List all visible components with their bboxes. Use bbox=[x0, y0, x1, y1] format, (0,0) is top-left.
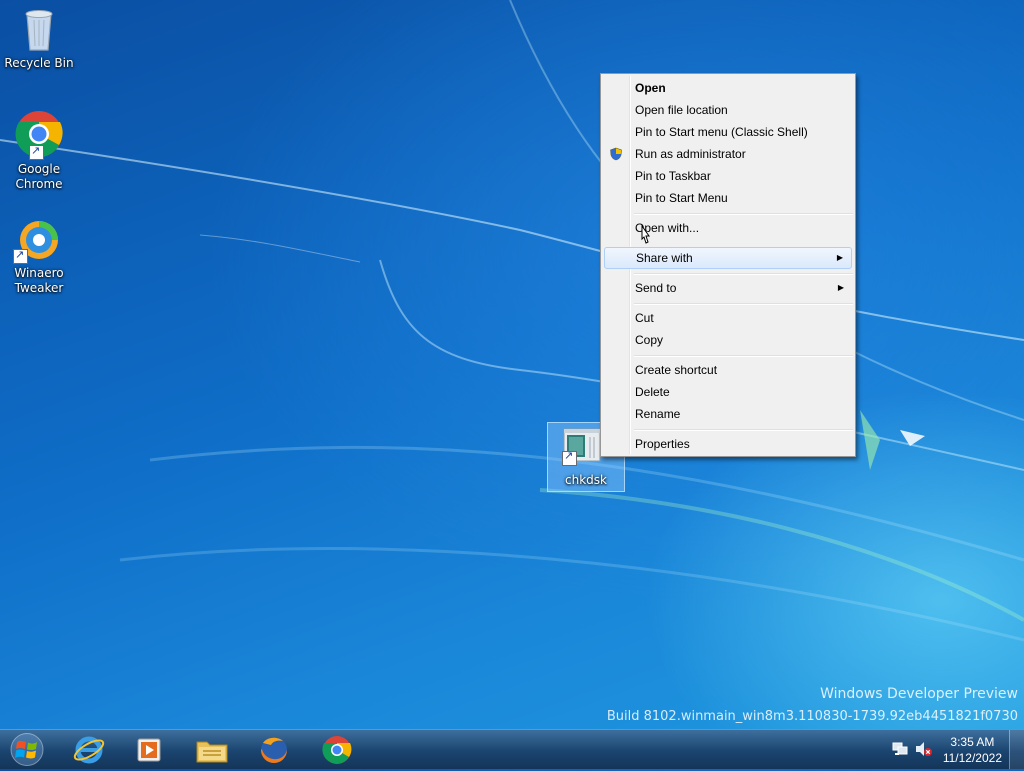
start-button[interactable] bbox=[2, 731, 52, 768]
menu-item-open-file-location[interactable]: Open file location bbox=[604, 99, 852, 121]
build-watermark-line2: Build 8102.winmain_win8m3.110830-1739.92… bbox=[606, 709, 1018, 724]
menu-separator bbox=[634, 355, 853, 357]
menu-separator bbox=[634, 303, 853, 305]
menu-separator bbox=[634, 273, 853, 275]
file-explorer-icon bbox=[196, 741, 228, 763]
menu-item-pin-to-start-classic-shell[interactable]: Pin to Start menu (Classic Shell) bbox=[604, 121, 852, 143]
internet-explorer-icon bbox=[73, 736, 105, 764]
desktop-icon-label: Recycle Bin bbox=[4, 56, 74, 70]
desktop-icon-label-line2: Chrome bbox=[15, 177, 63, 191]
desktop-icon-label: chkdsk bbox=[565, 473, 607, 487]
chrome-icon bbox=[322, 736, 352, 764]
taskbar-media-player[interactable] bbox=[126, 733, 172, 767]
shortcut-arrow-icon bbox=[562, 449, 577, 466]
firefox-icon bbox=[261, 737, 287, 763]
menu-item-rename[interactable]: Rename bbox=[604, 403, 852, 425]
menu-item-pin-to-start-menu[interactable]: Pin to Start Menu bbox=[604, 187, 852, 209]
menu-separator bbox=[634, 429, 853, 431]
menu-item-open[interactable]: Open bbox=[604, 77, 852, 99]
menu-item-properties[interactable]: Properties bbox=[604, 433, 852, 455]
uac-shield-icon bbox=[610, 147, 622, 161]
menu-item-delete[interactable]: Delete bbox=[604, 381, 852, 403]
menu-item-pin-to-taskbar[interactable]: Pin to Taskbar bbox=[604, 165, 852, 187]
taskbar: 3:35 AM 11/12/2022 bbox=[0, 729, 1024, 769]
menu-item-create-shortcut[interactable]: Create shortcut bbox=[604, 359, 852, 381]
media-player-icon bbox=[137, 738, 161, 762]
desktop-icon-label-line2: Tweaker bbox=[14, 281, 64, 295]
menu-item-send-to[interactable]: Send to ▶ bbox=[604, 277, 852, 299]
menu-item-share-with[interactable]: Share with ▶ bbox=[604, 247, 852, 269]
clock-time: 3:35 AM bbox=[950, 735, 995, 749]
shortcut-arrow-icon bbox=[13, 247, 28, 264]
taskbar-file-explorer[interactable] bbox=[189, 733, 235, 767]
taskbar-clock[interactable]: 3:35 AM 11/12/2022 bbox=[943, 734, 1002, 766]
desktop-icon-recycle-bin[interactable]: Recycle Bin bbox=[1, 6, 77, 71]
wallpaper-swoosh bbox=[0, 0, 1024, 642]
submenu-arrow-icon: ▶ bbox=[836, 253, 843, 262]
mouse-cursor-icon bbox=[641, 225, 650, 244]
submenu-arrow-icon: ▶ bbox=[837, 283, 844, 292]
menu-item-cut[interactable]: Cut bbox=[604, 307, 852, 329]
desktop-icon-chrome[interactable]: Google Chrome bbox=[1, 110, 77, 192]
taskbar-chrome[interactable] bbox=[314, 733, 360, 767]
volume-muted-icon[interactable] bbox=[915, 741, 933, 757]
menu-item-copy[interactable]: Copy bbox=[604, 329, 852, 351]
desktop-icon-winaero-tweaker[interactable]: Winaero Tweaker bbox=[1, 218, 77, 296]
windows-start-icon bbox=[10, 733, 44, 766]
network-icon[interactable] bbox=[892, 741, 908, 757]
clock-date: 11/12/2022 bbox=[942, 751, 1002, 765]
menu-item-run-as-administrator[interactable]: Run as administrator bbox=[604, 143, 852, 165]
taskbar-firefox[interactable] bbox=[251, 733, 297, 767]
show-desktop-button[interactable] bbox=[1009, 730, 1024, 769]
desktop-icon-label-line1: Winaero bbox=[14, 266, 64, 280]
taskbar-internet-explorer[interactable] bbox=[66, 733, 112, 767]
shortcut-arrow-icon bbox=[29, 143, 44, 160]
context-menu: Open Open file location Pin to Start men… bbox=[600, 73, 856, 457]
menu-separator bbox=[634, 213, 853, 215]
recycle-bin-icon bbox=[25, 10, 53, 51]
desktop-icon-label-line1: Google bbox=[17, 162, 61, 176]
build-watermark-line1: Windows Developer Preview bbox=[820, 686, 1018, 702]
system-tray: 3:35 AM 11/12/2022 bbox=[884, 730, 1024, 769]
